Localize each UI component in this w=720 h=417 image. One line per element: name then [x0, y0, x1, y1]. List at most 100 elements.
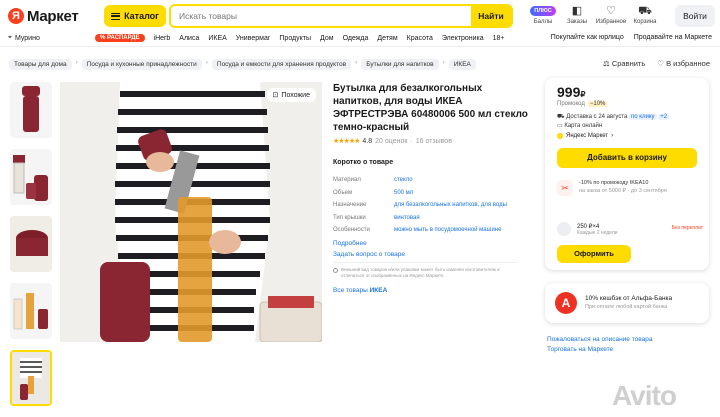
breadcrumb-separator: ›	[75, 59, 78, 66]
thumbnail-image	[13, 293, 48, 330]
sell-on-market-link[interactable]: Торговать на Маркете	[547, 345, 652, 355]
rating-value: 4.8	[362, 137, 373, 145]
location-selector[interactable]: ⌖ Мурино	[8, 34, 40, 42]
spec-value[interactable]: для безалкогольных напитков, для воды	[394, 202, 507, 208]
spec-value[interactable]: стекло	[394, 177, 413, 183]
more-link[interactable]: Подробнее	[333, 240, 533, 247]
promo-offer[interactable]: ✂ -10% по промокоду IKEA10 на заказ от 5…	[557, 180, 667, 196]
business-link[interactable]: Покупайте как юрлицо	[551, 34, 624, 41]
similar-button[interactable]: ⊡ Похожие	[266, 88, 316, 102]
no-fee-label: Без переплат	[671, 225, 703, 231]
disclaimer: Внешний вид товаров и/или упаковки может…	[333, 267, 513, 279]
split-sub: Каждые 2 недели	[577, 229, 618, 236]
nav-items: % РАСПАРДЕ iHerb Алиса ИКЕА Универмаг Пр…	[95, 34, 505, 42]
breadcrumb-item[interactable]: Посуда и емкости для хранения продуктов	[211, 59, 352, 70]
thumbnail[interactable]	[10, 283, 52, 339]
ask-question-link[interactable]: Задать вопрос о товаре	[333, 251, 533, 258]
product-title: Бутылка для безалкогольных напитков, для…	[333, 83, 528, 133]
login-button[interactable]: Войти	[675, 5, 715, 27]
header-icon-label: Баллы	[533, 19, 553, 25]
add-to-cart-button[interactable]: Добавить в корзину	[557, 148, 697, 168]
breadcrumb-item[interactable]: Товары для дома	[9, 59, 72, 70]
promo-text-block: -10% по промокоду IKEA10 на заказ от 500…	[579, 180, 667, 196]
main-product-image[interactable]: ⊡ Похожие	[60, 82, 322, 342]
split-icon	[557, 222, 571, 236]
thumbnail[interactable]	[10, 216, 52, 272]
specs-list: Материал стекло Объем 500 мл Назначение для…	[333, 174, 523, 237]
spec-value[interactable]: винтовая	[394, 215, 420, 221]
sell-link[interactable]: Продавайте на Маркете	[634, 34, 712, 41]
delivery-row: ⛟ Доставка с 24 августа по клику +2	[557, 113, 670, 122]
alfa-text: 10% кешбэк от Альфа-Банка	[585, 295, 673, 302]
compare-button[interactable]: ⚖ Сравнить	[603, 59, 645, 68]
spec-value[interactable]: можно мыть в посудомоечной машине	[394, 227, 501, 233]
delivery-date: Доставка с 24 августа	[566, 114, 628, 120]
location-label: Мурино	[14, 34, 40, 42]
nav-item[interactable]: Дом	[320, 35, 334, 42]
breadcrumb-item[interactable]: Бутылки для напитков	[361, 59, 439, 70]
rating-row[interactable]: ★★★★★ 4.8 20 оценок · 16 отзывов	[333, 137, 533, 146]
orders-icon: ◧	[571, 5, 583, 17]
split-text: 250 ₽×4	[577, 223, 600, 230]
header: Я Маркет Каталог Найти ПЛЮС Баллы ◧ Зака…	[0, 0, 720, 32]
header-icon-label: Избранное	[595, 19, 627, 25]
alfa-bank-banner[interactable]: А 10% кешбэк от Альфа-Банка При оплате л…	[545, 283, 709, 323]
favorites-icon: ♡	[606, 5, 616, 17]
nav-item[interactable]: Алиса	[179, 35, 199, 42]
delivery-plus[interactable]: +2	[658, 114, 670, 120]
card-icon: ▭	[557, 123, 563, 129]
sale-badge[interactable]: % РАСПАРДЕ	[95, 34, 145, 42]
price-value: 999	[557, 84, 581, 100]
thumbnail[interactable]	[10, 149, 52, 205]
compare-label: Сравнить	[611, 59, 646, 68]
nav-item[interactable]: Детям	[377, 35, 397, 42]
nav-item[interactable]: Красота	[407, 35, 433, 42]
nav-item[interactable]: 18+	[493, 35, 505, 42]
header-points[interactable]: ПЛЮС Баллы	[526, 4, 560, 30]
breadcrumb-item[interactable]: ИКЕА	[448, 59, 476, 70]
header-favorites[interactable]: ♡ Избранное	[594, 4, 628, 30]
nav-item[interactable]: Универмаг	[236, 35, 271, 42]
nav-item[interactable]: Продукты	[279, 35, 311, 42]
similar-label: Похожие	[281, 91, 310, 99]
thumbnail-active[interactable]	[10, 350, 52, 406]
header-orders[interactable]: ◧ Заказы	[560, 4, 594, 30]
checkout-button[interactable]: Оформить	[557, 245, 631, 263]
split-payment[interactable]: 250 ₽×4 Каждые 2 недели	[557, 222, 618, 236]
location-pin-icon: ⌖	[8, 34, 12, 41]
spec-row: Материал стекло	[333, 174, 523, 187]
report-link[interactable]: Пожаловаться на описание товара	[547, 335, 652, 345]
nav-item[interactable]: Одежда	[343, 35, 369, 42]
thumbnail-image	[10, 216, 52, 272]
promo-text: -10% по промокоду IKEA10	[579, 180, 649, 186]
spec-row: Тип крышки винтовая	[333, 212, 523, 225]
yandex-market-logo[interactable]: Я Маркет	[8, 7, 79, 25]
delivery-icon: ⛟	[557, 114, 565, 120]
feedback-count[interactable]: 16 отзывов	[416, 138, 452, 145]
spec-value[interactable]: 500 мл	[394, 190, 413, 196]
spec-row: Назначение для безалкогольных напитков, д…	[333, 199, 523, 212]
all-brand-goods-link[interactable]: Все товары ИКЕА	[333, 287, 533, 294]
about-heading: Коротко о товаре	[333, 159, 394, 166]
search-button[interactable]: Найти	[471, 6, 511, 26]
breadcrumb-item[interactable]: Посуда и кухонные принадлежности	[81, 59, 202, 70]
alfa-text-block: 10% кешбэк от Альфа-Банка При оплате люб…	[585, 294, 672, 312]
favorite-button[interactable]: ♡ В избранное	[657, 59, 710, 68]
spec-key: Назначение	[333, 202, 367, 209]
logo-text: Маркет	[27, 7, 79, 25]
nav-item[interactable]: Электроника	[442, 35, 484, 42]
search-input[interactable]	[171, 6, 471, 26]
delivery-pill[interactable]: по клику	[629, 114, 657, 120]
header-icon-label: Корзина	[633, 19, 657, 25]
reviews-count[interactable]: 20 оценок	[375, 138, 407, 145]
nav-item[interactable]: ИКЕА	[208, 35, 226, 42]
compare-icon: ⚖	[603, 59, 610, 68]
catalog-button[interactable]: Каталог	[104, 5, 166, 27]
thumbnail[interactable]	[10, 82, 52, 138]
seller[interactable]: Яндекс Маркет ›	[557, 133, 613, 139]
product-info: Бутылка для безалкогольных напитков, для…	[333, 82, 533, 294]
header-cart[interactable]: ⛟ Корзина	[628, 4, 662, 30]
nav-item[interactable]: iHerb	[154, 35, 171, 42]
chevron-right-icon: ›	[611, 133, 614, 139]
thumbnail-list	[10, 82, 52, 417]
